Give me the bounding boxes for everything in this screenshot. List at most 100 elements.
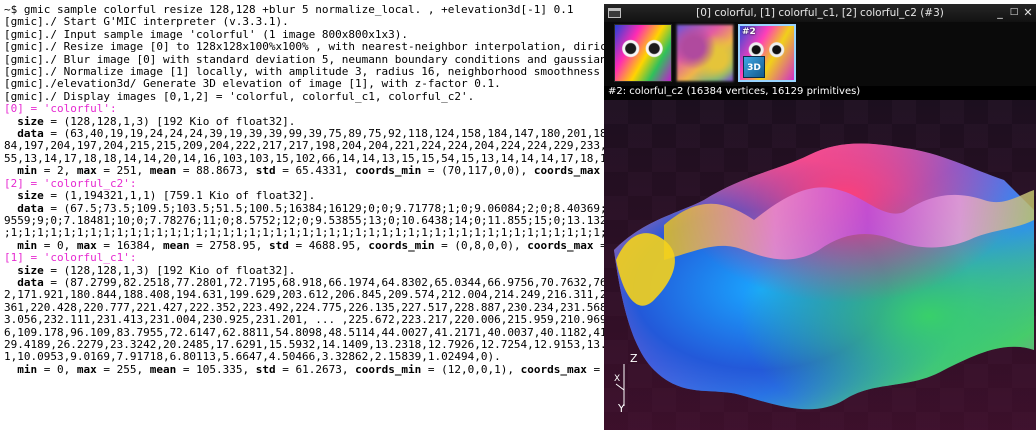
terminal-segment: coords_max — [527, 238, 594, 252]
terminal-segment: min — [4, 164, 38, 178]
terminal-segment: data — [4, 201, 44, 215]
terminal-segment: [1] = 'colorful_c1': — [4, 251, 137, 265]
terminal-segment: size — [4, 114, 44, 128]
terminal-segment: std — [255, 362, 276, 376]
terminal-segment: 1,10.0953,9.0169,7.91718,6.80113,5.6647,… — [4, 350, 501, 364]
terminal-segment: = 61.2673, — [275, 362, 356, 376]
terminal-segment: size — [4, 263, 44, 277]
thumbnail-index-label: #2 — [742, 27, 756, 37]
terminal-segment: mean — [149, 164, 177, 178]
terminal-line: data = (87.2799,82.2518,77.2801,72.7195,… — [4, 276, 604, 289]
thumbnail-colorful-c1[interactable] — [676, 24, 734, 82]
terminal-segment: = (70,117,0,0), — [421, 164, 534, 178]
terminal-segment: size — [4, 189, 44, 203]
terminal-line: [0] = 'colorful': — [4, 102, 117, 115]
terminal-line: [gmic]./ Display images [0,1,2] = 'color… — [4, 90, 474, 103]
terminal-segment: 29.4189,26.2279,23.3242,20.2485,17.6291,… — [4, 337, 604, 351]
axis-gizmo: Z X Y — [610, 350, 650, 420]
terminal-segment: ;1;1;1;1;1;1;1;1;1;1;1;1;1;1;1;1;1;1;1;1… — [4, 226, 604, 240]
terminal-segment: min — [4, 362, 38, 376]
terminal-line: size = (128,128,1,3) [192 Kio of float32… — [4, 264, 295, 277]
terminal-segment: = 4688.95, — [288, 238, 369, 252]
terminal-segment: 2,171.921,180.844,188.408,194.631,199.62… — [4, 288, 604, 302]
terminal-segment: data — [4, 275, 44, 289]
terminal-segment: = 0, — [37, 362, 77, 376]
terminal-segment: std — [268, 238, 289, 252]
axis-x-label: X — [614, 374, 621, 384]
terminal-segment: [gmic]./elevation3d/ Generate 3D elevati… — [4, 77, 501, 91]
terminal-line: min = 0, max = 16384, mean = 2758.95, st… — [4, 239, 604, 252]
terminal-line: 6,109.178,96.109,83.7955,72.6147,62.8811… — [4, 326, 604, 339]
terminal-segment: max — [76, 362, 97, 376]
thumbnail-colorful[interactable] — [614, 24, 672, 82]
terminal-line: 55,13,14,17,18,18,14,14,20,14,16,103,103… — [4, 152, 604, 165]
terminal-line: [gmic]./ Resize image [0] to 128x128x100… — [4, 40, 604, 53]
terminal-segment: = (67.5;73.5;109.5;103.5;51.5;100.5;1638… — [43, 201, 604, 215]
terminal-segment: = (128,128,1,3) [192 Kio of float32]. — [43, 114, 296, 128]
terminal-segment: = (0,6 — [600, 238, 604, 252]
terminal-segment: = 65.4331, — [275, 164, 356, 178]
terminal-segment: min — [4, 238, 38, 252]
terminal-segment: max — [76, 164, 97, 178]
terminal-segment: coords_min — [355, 164, 422, 178]
terminal-line: size = (1,194321,1,1) [759.1 Kio of floa… — [4, 189, 315, 202]
terminal-line: 1,10.0953,9.0169,7.91718,6.80113,5.6647,… — [4, 350, 501, 363]
terminal-segment: = (12,0,0,1), — [421, 362, 521, 376]
close-button[interactable]: ✕ — [1022, 7, 1034, 19]
terminal-line: [gmic]./ Input sample image 'colorful' (… — [4, 28, 408, 41]
elevation-surface — [614, 143, 1034, 410]
terminal-segment: [0] = 'colorful': — [4, 102, 117, 116]
terminal-line: 9559;9;0;7.18481;10;0;7.78276;11;0;8.575… — [4, 214, 604, 227]
terminal-segment: coords_min — [355, 362, 422, 376]
terminal-segment: 361,220.428,220.777,221.427,222.352,223.… — [4, 300, 604, 314]
thumbnail-colorful-c2[interactable]: #2 3D — [738, 24, 796, 82]
terminal-line: data = (67.5;73.5;109.5;103.5;51.5;100.5… — [4, 202, 604, 215]
terminal-segment: 9559;9;0;7.18481;10;0;7.78276;11;0;8.575… — [4, 213, 604, 227]
terminal-line: size = (128,128,1,3) [192 Kio of float32… — [4, 115, 295, 128]
terminal-segment: mean — [149, 362, 177, 376]
terminal-line: 3.056,232.111,231.413,231.004,230.925,23… — [4, 313, 604, 326]
terminal-segment: = 105.335, — [176, 362, 256, 376]
thumbnail-strip: #2 3D — [604, 22, 1036, 86]
terminal-segment: ~$ gmic sample colorful resize 128,128 +… — [4, 3, 574, 16]
terminal-line: 84,197,204,197,204,215,215,209,204,222,2… — [4, 139, 604, 152]
maximize-button[interactable]: □ — [1008, 7, 1020, 19]
terminal-line: min = 2, max = 251, mean = 88.8673, std … — [4, 164, 604, 177]
terminal-segment: coords_max — [533, 164, 601, 178]
minimize-button[interactable]: _ — [994, 7, 1006, 19]
terminal-segment: mean — [162, 238, 190, 252]
terminal-segment: = 2758.95, — [189, 238, 269, 252]
terminal-segment: = (0,8,0,0), — [434, 238, 528, 252]
terminal-segment: 3.056,232.111,231.413,231.004,230.925,23… — [4, 313, 604, 327]
terminal-segment: max — [76, 238, 97, 252]
terminal-line: [1] = 'colorful_c1': — [4, 251, 136, 264]
terminal-segment: [gmic]./ Start G'MIC interpreter (v.3.3.… — [4, 15, 289, 29]
terminal-line: 29.4189,26.2279,23.3242,20.2485,17.6291,… — [4, 338, 604, 351]
terminal-output[interactable]: ~$ gmic sample colorful resize 128,128 +… — [0, 0, 604, 430]
terminal-segment: coords_max — [520, 362, 587, 376]
terminal-segment: [gmic]./ Display images [0,1,2] = 'color… — [4, 89, 475, 103]
terminal-line: data = (63,40,19,19,24,24,24,39,19,39,39… — [4, 127, 604, 140]
terminal-segment: = 2, — [37, 164, 77, 178]
terminal-segment: = 251, — [96, 164, 150, 178]
3d-render-canvas[interactable]: Z X Y — [604, 100, 1036, 430]
terminal-line: min = 0, max = 255, mean = 105.335, std … — [4, 363, 604, 376]
terminal-segment: = (63,40,19,19,24,24,24,39,19,39,39,99,3… — [50, 127, 604, 141]
terminal-segment: 55,13,14,17,18,18,14,14,20,14,16,103,103… — [4, 151, 604, 165]
terminal-text: ~$ gmic sample colorful resize 128,128 +… — [4, 3, 604, 376]
terminal-segment: = (1,194321,1,1) [759.1 Kio of float32]. — [43, 189, 316, 203]
terminal-segment: = (1 — [593, 362, 601, 376]
terminal-segment: = (128,128,1,3) [192 Kio of float32]. — [43, 263, 296, 277]
gmic-viewer-window[interactable]: [0] colorful, [1] colorful_c1, [2] color… — [604, 4, 1036, 430]
terminal-line: ;1;1;1;1;1;1;1;1;1;1;1;1;1;1;1;1;1;1;1;1… — [4, 226, 604, 239]
terminal-segment: = 88.8673, — [176, 164, 256, 178]
terminal-segment: coords_min — [368, 238, 435, 252]
terminal-segment: 84,197,204,197,204,215,215,209,204,222,2… — [4, 139, 604, 153]
terminal-line: [gmic]./ Start G'MIC interpreter (v.3.3.… — [4, 15, 289, 28]
terminal-segment: std — [255, 164, 276, 178]
terminal-segment: = 0, — [37, 238, 77, 252]
axis-y-label: Y — [618, 402, 625, 415]
window-titlebar[interactable]: [0] colorful, [1] colorful_c1, [2] color… — [604, 4, 1036, 22]
terminal-segment: = 255, — [96, 362, 150, 376]
terminal-line: [gmic]./elevation3d/ Generate 3D elevati… — [4, 77, 501, 90]
